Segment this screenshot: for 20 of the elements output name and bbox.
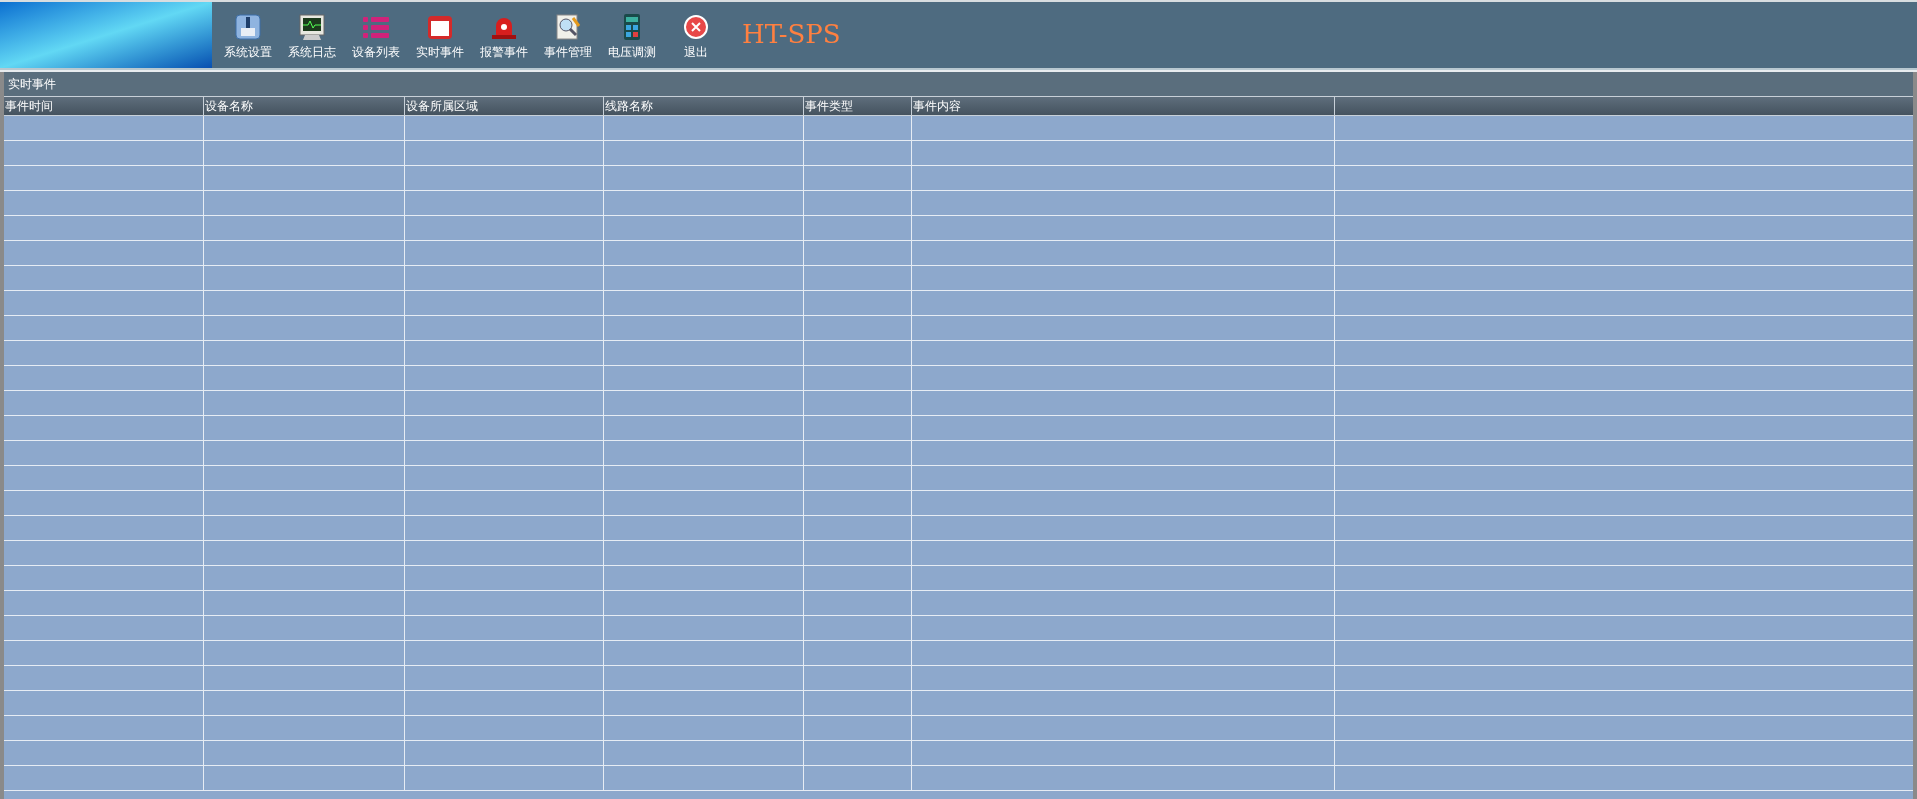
- column-header[interactable]: 设备所属区域: [405, 97, 604, 115]
- column-header[interactable]: 事件类型: [804, 97, 912, 115]
- toolbar-button[interactable]: 设备列表: [344, 2, 408, 68]
- column-header[interactable]: 设备名称: [204, 97, 405, 115]
- panel-title: 实时事件: [8, 76, 56, 93]
- close-icon: [681, 12, 711, 42]
- column-header[interactable]: 事件内容: [912, 97, 1335, 115]
- monitor-chart-icon: [297, 12, 327, 42]
- toolbar-button[interactable]: 电压调测: [600, 2, 664, 68]
- brand-title: HT-SPS: [742, 17, 841, 51]
- toolbar-button[interactable]: 实时事件: [408, 2, 472, 68]
- toolbar-button[interactable]: 系统日志: [280, 2, 344, 68]
- toolbar-button[interactable]: 报警事件: [472, 2, 536, 68]
- column-header[interactable]: 线路名称: [604, 97, 804, 115]
- disk-drive-icon: [233, 12, 263, 42]
- toolbar-button[interactable]: 退出: [664, 2, 728, 68]
- toolbar-button[interactable]: 系统设置: [216, 2, 280, 68]
- column-header[interactable]: 事件时间: [4, 97, 204, 115]
- toolbar-button[interactable]: 事件管理: [536, 2, 600, 68]
- magnifier-document-icon: [553, 12, 583, 42]
